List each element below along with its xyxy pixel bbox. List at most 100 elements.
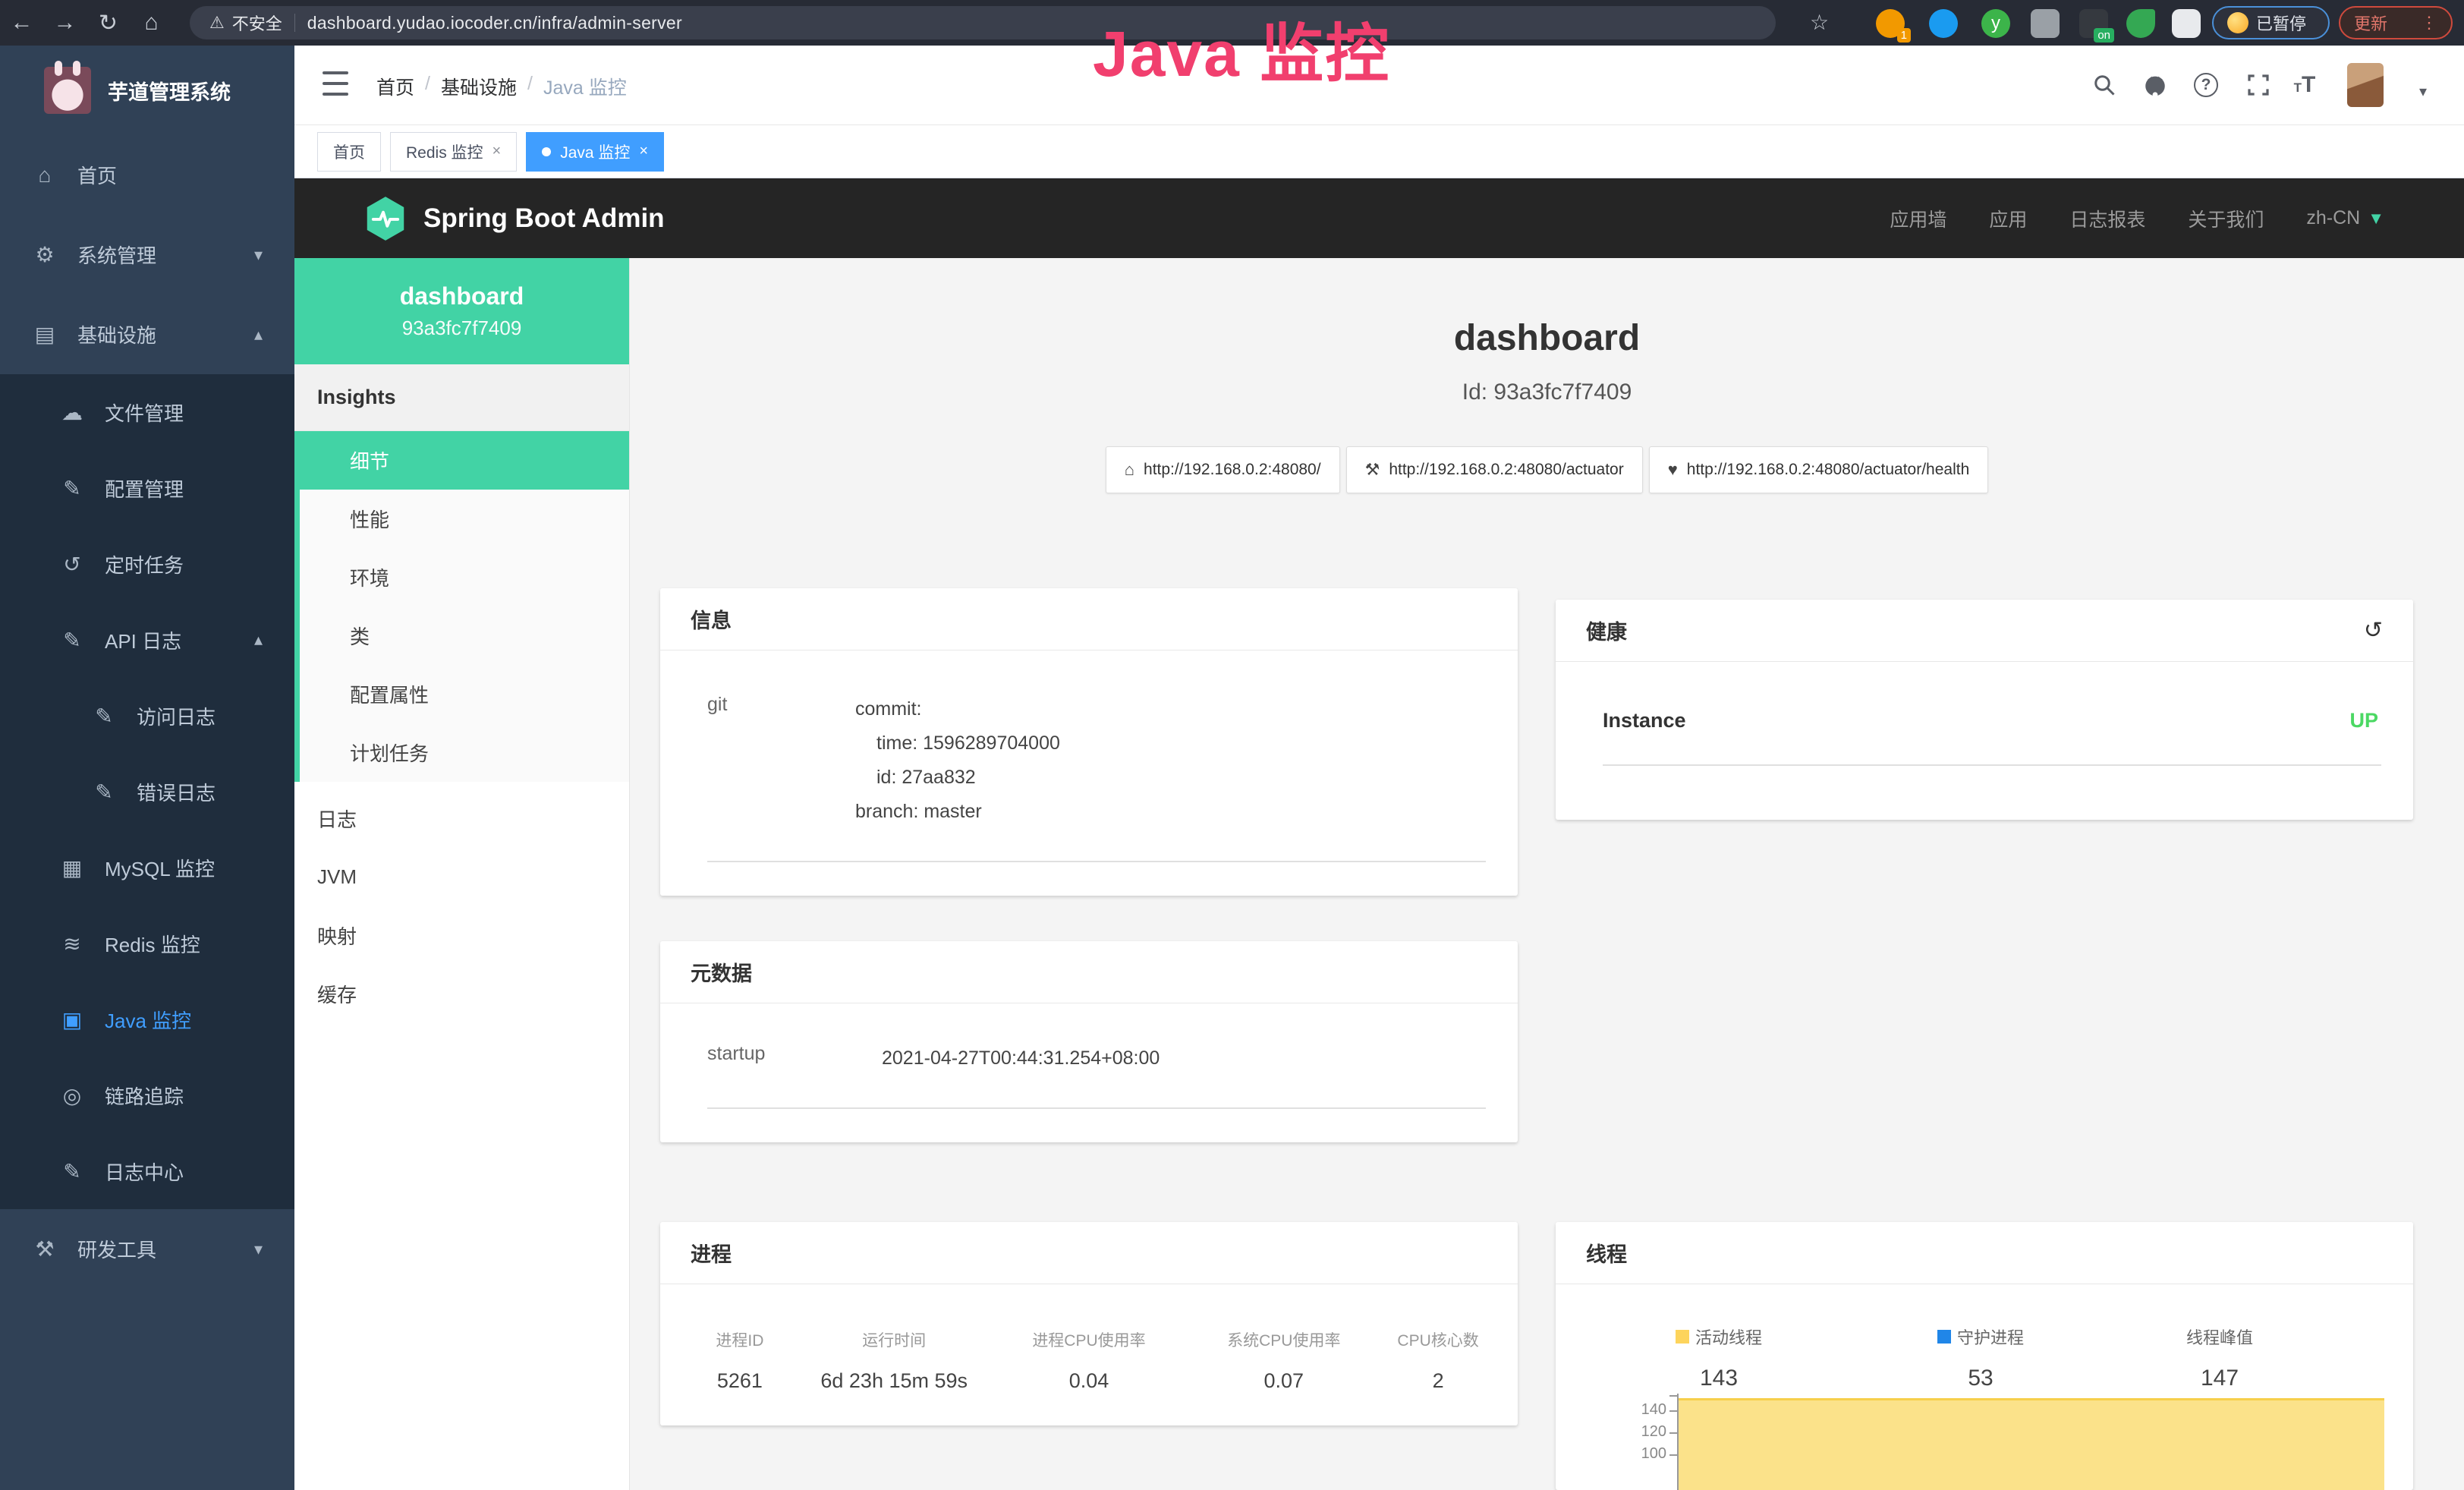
sba-locale-select[interactable]: zh-CN ▼ [2306,207,2384,229]
sidebar-item-label: Redis 监控 [105,930,200,958]
sba-item-logs[interactable]: 日志 [294,789,629,848]
sidebar-item-system[interactable]: 系统管理 ▾ [0,215,294,295]
sba-item-details[interactable]: 细节 [300,431,629,490]
security-label[interactable]: 不安全 [232,11,282,35]
cloud-upload-icon [59,400,85,425]
bookmark-star-icon[interactable]: ☆ [1810,10,1829,35]
info-value: commit: time: 1596289704000 id: 27aa832 … [855,692,1060,829]
breadcrumb-infrastructure[interactable]: 基础设施 [441,73,517,100]
sba-item-caches[interactable]: 缓存 [294,965,629,1023]
sba-item-scheduled-tasks[interactable]: 计划任务 [300,723,629,782]
service-url-button[interactable]: ⌂ http://192.168.0.2:48080/ [1106,446,1340,493]
browser-home-icon[interactable]: ⌂ [130,10,173,36]
sidebar-item-mysql-monitor[interactable]: MySQL 监控 [0,830,294,906]
close-icon[interactable]: × [492,143,502,160]
sidebar-item-infrastructure[interactable]: 基础设施 ▴ [0,295,294,374]
avatar-caret-icon[interactable]: ▾ [2419,82,2427,101]
sidebar-item-log-center[interactable]: 日志中心 [0,1133,294,1209]
extension-icon-y[interactable]: y [1981,9,2010,38]
extension-icon-leaf[interactable] [2126,9,2155,38]
sidebar-item-label: 日志中心 [105,1158,184,1186]
sba-nav-about[interactable]: 关于我们 [2188,205,2264,232]
sba-logo-icon [364,196,407,241]
card-title: 线程 [1586,1238,1627,1268]
extension-icon-orange[interactable]: 1 [1876,9,1905,38]
search-icon[interactable] [2088,68,2121,102]
fullscreen-icon[interactable] [2242,68,2275,102]
column-value: 6d 23h 15m 59s [797,1369,992,1393]
edit-icon [59,476,85,501]
sba-item-label: 环境 [350,563,389,591]
actuator-url-button[interactable]: ⚒ http://192.168.0.2:48080/actuator [1346,446,1643,493]
sidebar-item-error-logs[interactable]: 错误日志 [0,754,294,830]
breadcrumb-home[interactable]: 首页 [376,73,414,100]
insights-section-header[interactable]: Insights [294,364,629,431]
tab-home[interactable]: 首页 [317,132,381,172]
health-history-icon[interactable]: ↺ [2364,617,2383,644]
sba-item-jvm[interactable]: JVM [294,848,629,906]
legend-active-threads: 活动线程 143 [1620,1325,1817,1391]
process-col-cpus: CPU核心数 2 [1381,1328,1495,1393]
page-url[interactable]: dashboard.yudao.iocoder.cn/infra/admin-s… [307,13,682,33]
wrench-icon: ⚒ [1365,460,1380,480]
sba-item-mappings[interactable]: 映射 [294,906,629,965]
sidebar-item-redis-monitor[interactable]: Redis 监控 [0,906,294,981]
hamburger-icon[interactable] [323,71,348,96]
sba-nav-wallboard[interactable]: 应用墙 [1890,205,1946,232]
sba-brand[interactable]: Spring Boot Admin [364,196,665,241]
tab-java-monitor[interactable]: Java 监控 × [526,132,664,172]
column-value: 5261 [683,1369,797,1393]
sidebar-item-config-management[interactable]: 配置管理 [0,450,294,526]
sidebar-item-label: 首页 [77,161,117,189]
infrastructure-submenu: 文件管理 配置管理 定时任务 API 日志 ▴ 访问日志 错误日志 [0,374,294,1209]
sba-item-metrics[interactable]: 性能 [300,490,629,548]
app-logo-row[interactable]: 芋道管理系统 [0,46,294,135]
sidebar-item-dev-tools[interactable]: 研发工具 ▾ [0,1209,294,1289]
sba-item-classes[interactable]: 类 [300,606,629,665]
sba-item-environment[interactable]: 环境 [300,548,629,606]
sba-item-label: 细节 [350,446,389,474]
browser-forward-icon[interactable]: → [43,10,87,36]
extensions-puzzle-icon[interactable] [2172,9,2201,38]
github-icon[interactable] [2138,68,2172,102]
tab-redis-monitor[interactable]: Redis 监控 × [390,132,517,172]
ytick-120: 120 [1622,1423,1666,1441]
sidebar-item-label: 配置管理 [105,474,184,502]
paused-badge[interactable]: 已暂停 [2212,6,2330,39]
sba-body: dashboard 93a3fc7f7409 Insights 细节 性能 环境… [294,258,2464,1490]
legend-value: 143 [1620,1366,1817,1391]
help-icon[interactable]: ? [2189,68,2223,102]
user-avatar[interactable] [2347,63,2384,107]
heart-icon: ♥ [1668,460,1678,480]
extension-icon-grid[interactable] [2031,9,2060,38]
sba-item-label: 性能 [350,505,389,533]
link-label: http://192.168.0.2:48080/ [1144,461,1321,479]
extension-icon-pin[interactable] [1929,9,1958,38]
update-button[interactable]: 更新 ⋮ [2339,6,2453,39]
sidebar-item-api-logs[interactable]: API 日志 ▴ [0,602,294,678]
sidebar-item-scheduled-tasks[interactable]: 定时任务 [0,526,294,602]
divider [707,861,1486,862]
sba-nav-journal[interactable]: 日志报表 [2069,205,2145,232]
log-icon [59,1159,85,1184]
browser-menu-icon[interactable]: ⋮ [2421,13,2437,33]
toolbox-icon [32,1236,58,1262]
link-label: http://192.168.0.2:48080/actuator/health [1687,461,1969,479]
extension-icon-switch[interactable]: on [2079,9,2108,38]
sidebar-item-access-logs[interactable]: 访问日志 [0,678,294,754]
sba-item-config-props[interactable]: 配置属性 [300,665,629,723]
git-branch-line: branch: master [855,795,1060,829]
instance-panel[interactable]: dashboard 93a3fc7f7409 [294,258,629,364]
close-icon[interactable]: × [639,143,648,160]
sidebar-item-tracing[interactable]: 链路追踪 [0,1057,294,1133]
address-bar[interactable]: ⚠ 不安全 dashboard.yudao.iocoder.cn/infra/a… [190,6,1776,39]
sidebar-item-java-monitor[interactable]: Java 监控 [0,981,294,1057]
health-url-button[interactable]: ♥ http://192.168.0.2:48080/actuator/heal… [1649,446,1989,493]
sba-nav-applications[interactable]: 应用 [1989,205,2027,232]
sidebar-item-home[interactable]: 首页 [0,135,294,215]
page-subtitle: Id: 93a3fc7f7409 [630,380,2464,405]
browser-reload-icon[interactable]: ↻ [87,10,130,36]
sidebar-item-file-management[interactable]: 文件管理 [0,374,294,450]
font-size-icon[interactable]: TT [2288,68,2321,102]
browser-back-icon[interactable]: ← [0,10,43,36]
